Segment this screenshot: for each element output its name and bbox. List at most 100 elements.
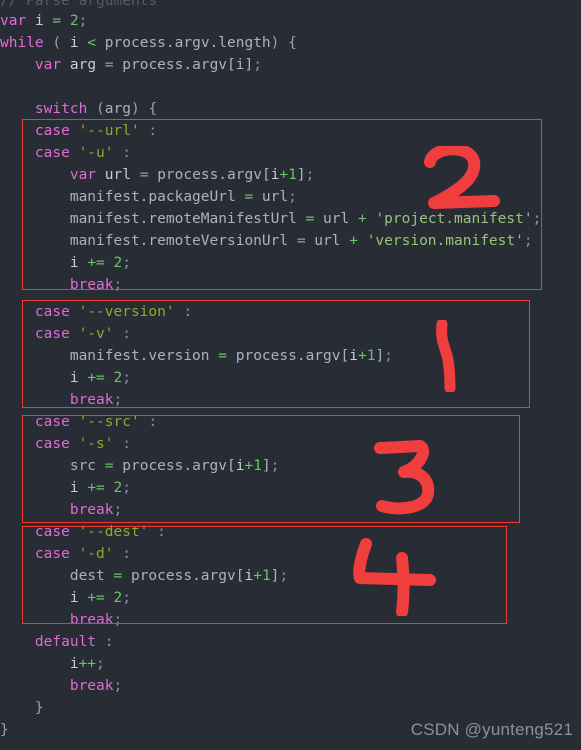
semicolon: ;: [113, 612, 123, 628]
watermark-text: CSDN @yunteng521: [410, 720, 573, 739]
expr-process-argv-i: process.argv[i]: [122, 57, 254, 73]
operator-assign: =: [296, 233, 306, 249]
keyword-break: break: [69, 502, 114, 518]
expr-process-argv-length: process.argv.length: [104, 35, 271, 51]
colon: :: [122, 326, 131, 342]
expr-process-argv: process.argv[: [130, 568, 245, 584]
operator-concat: +: [357, 211, 367, 227]
number-2: 2: [113, 370, 123, 386]
identifier-i: i: [69, 370, 79, 386]
semicolon: ;: [96, 656, 105, 672]
identifier-url: url: [314, 233, 341, 249]
code-line: manifest.version = process.argv[i+1];: [0, 345, 393, 367]
code-line: case '--dest' :: [0, 521, 166, 543]
brace-close-switch: }: [34, 700, 44, 716]
bracket-close: ]: [375, 348, 385, 364]
code-line: case '--url' :: [0, 120, 157, 142]
operator-assign: =: [113, 568, 123, 584]
string-version-manifest: 'version.manifest': [366, 233, 524, 249]
identifier-src: src: [69, 458, 97, 474]
code-line: i += 2;: [0, 477, 131, 499]
code-line: case '--version' :: [0, 301, 192, 323]
number-2: 2: [113, 255, 123, 271]
code-line: break;: [0, 675, 122, 697]
identifier-i: i: [69, 255, 79, 271]
operator-assign: =: [104, 458, 114, 474]
colon: :: [183, 304, 193, 320]
code-line: case '-s' :: [0, 433, 131, 455]
semicolon: ;: [288, 189, 297, 205]
keyword-break: break: [69, 678, 114, 694]
semicolon: ;: [270, 458, 280, 474]
code-line: src = process.argv[i+1];: [0, 455, 280, 477]
semicolon: ;: [253, 57, 262, 73]
code-comment: // Parse arguments: [0, 0, 158, 9]
keyword-case: case: [34, 145, 70, 161]
paren-open: (: [96, 101, 105, 117]
keyword-var: var: [69, 167, 97, 183]
colon: :: [122, 436, 131, 452]
semicolon: ;: [523, 233, 533, 249]
colon: :: [148, 123, 158, 139]
identifier-arg: arg: [69, 57, 97, 73]
operator-plus: +: [244, 458, 254, 474]
code-line: }: [0, 697, 44, 719]
operator-plus: +: [357, 348, 367, 364]
operator-assign: =: [218, 348, 227, 364]
keyword-switch: switch: [34, 101, 88, 117]
string-url-long: '--url': [78, 123, 140, 139]
code-line: break;: [0, 274, 122, 296]
keyword-case: case: [34, 546, 70, 562]
identifier-i: i: [69, 35, 79, 51]
annotation-digit-1: [436, 320, 456, 392]
code-line: break;: [0, 609, 122, 631]
code-line: while ( i < process.argv.length) {: [0, 32, 297, 54]
operator-concat: +: [349, 233, 358, 249]
expr-manifest-packageurl: manifest.packageUrl: [69, 189, 236, 205]
semicolon: ;: [122, 480, 131, 496]
operator-plus-assign: +=: [87, 255, 105, 271]
code-line: i += 2;: [0, 367, 131, 389]
keyword-while: while: [0, 35, 44, 51]
operator-plus-assign: +=: [87, 590, 105, 606]
code-line: break;: [0, 389, 122, 411]
identifier-i: i: [69, 656, 79, 672]
identifier-i: i: [34, 13, 44, 29]
semicolon: ;: [78, 13, 88, 29]
code-line: case '--src' :: [0, 411, 157, 433]
code-line: case '-d' :: [0, 543, 131, 565]
keyword-break: break: [69, 612, 114, 628]
identifier-url: url: [261, 189, 289, 205]
keyword-var: var: [34, 57, 62, 73]
keyword-case: case: [34, 123, 70, 139]
keyword-default: default: [34, 634, 97, 650]
string-project-manifest: 'project.manifest': [375, 211, 533, 227]
semicolon: ;: [384, 348, 393, 364]
identifier-url: url: [323, 211, 350, 227]
semicolon: ;: [122, 370, 131, 386]
code-line: i += 2;: [0, 252, 131, 274]
semicolon: ;: [113, 678, 123, 694]
code-line: switch (arg) {: [0, 98, 157, 120]
brace-open: {: [148, 101, 158, 117]
keyword-case: case: [34, 436, 70, 452]
keyword-case: case: [34, 304, 70, 320]
identifier-i: i: [69, 480, 79, 496]
string-s-short: '-s': [78, 436, 114, 452]
expr-manifest-remoteversionurl: manifest.remoteVersionUrl: [69, 233, 289, 249]
number-2: 2: [113, 480, 123, 496]
semicolon: ;: [113, 392, 123, 408]
string-d-short: '-d': [78, 546, 114, 562]
operator-assign: =: [104, 57, 114, 73]
annotation-digit-3: [374, 440, 435, 515]
keyword-case: case: [34, 414, 70, 430]
code-line: var arg = process.argv[i];: [0, 54, 262, 76]
semicolon: ;: [279, 568, 289, 584]
string-src-long: '--src': [78, 414, 140, 430]
code-line: var url = process.argv[i+1];: [0, 164, 315, 186]
code-line: manifest.packageUrl = url;: [0, 186, 297, 208]
colon: :: [122, 145, 131, 161]
operator-assign: =: [139, 167, 149, 183]
keyword-case: case: [34, 524, 70, 540]
number-1: 1: [253, 458, 262, 474]
